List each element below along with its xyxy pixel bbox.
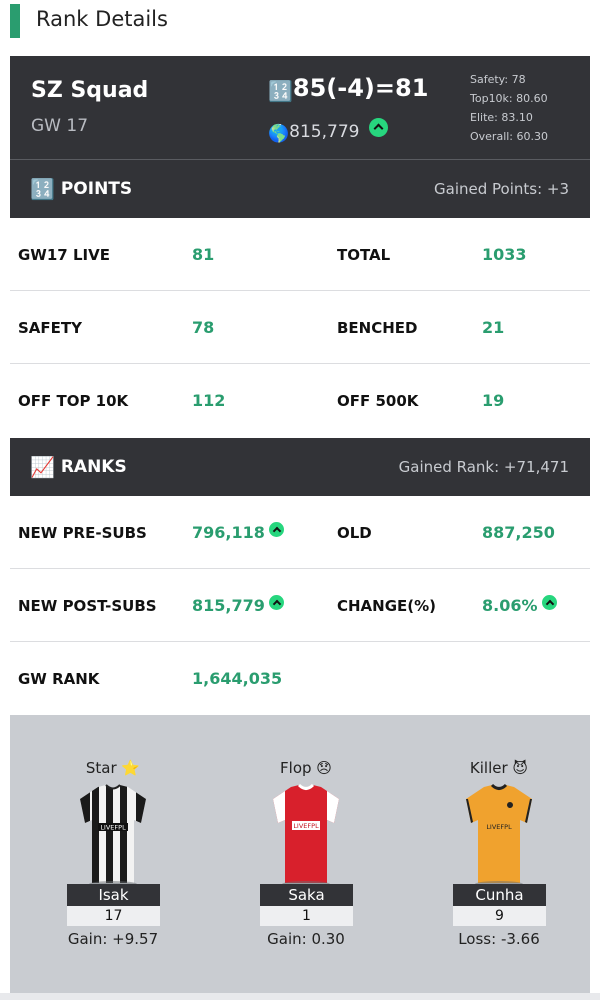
points-row: GW17 LIVE 81 TOTAL 1033 — [10, 219, 590, 291]
stat-top10k: Top10k: 80.60 — [470, 92, 548, 105]
shirt-sponsor-text: LIVEFPL — [486, 823, 512, 831]
gained-rank: Gained Rank: +71,471 — [398, 458, 569, 476]
newcastle-shirt-icon: LIVEFPL — [80, 784, 146, 887]
old-rank-label: OLD — [337, 524, 372, 542]
page-title: Rank Details — [36, 7, 168, 31]
off-500k-value: 19 — [482, 391, 505, 410]
chevron-up-circle-icon — [541, 595, 557, 610]
total-value: 1033 — [482, 245, 527, 264]
chevron-up-circle-icon — [368, 118, 388, 137]
points-section-title: 🔢 POINTS — [30, 177, 132, 201]
page-header: Rank Details — [0, 0, 600, 42]
player-points: 9 — [453, 906, 546, 926]
ranks-row: NEW POST-SUBS 815,779 CHANGE(%) 8.06% — [10, 570, 590, 642]
arsenal-shirt-icon: LIVEFPL — [273, 783, 339, 887]
points-row: OFF TOP 10K 112 OFF 500K 19 — [10, 365, 590, 437]
numbers-icon: 🔢 — [30, 177, 55, 201]
wolves-shirt-icon: LIVEFPL — [466, 783, 532, 887]
gw-rank-value: 1,644,035 — [192, 669, 283, 688]
team-banner: SZ Squad GW 17 🔢85(-4)=81 🌎815,779 Safet… — [10, 56, 590, 160]
overall-rank-line: 🌎815,779 — [268, 118, 388, 144]
gw-live-value: 81 — [192, 245, 215, 264]
average-stats: Safety: 78 Top10k: 80.60 Elite: 83.10 Ov… — [470, 70, 548, 146]
shirt-sponsor-text: LIVEFPL — [100, 824, 126, 832]
new-pre-subs-value: 796,118 — [192, 497, 284, 569]
ranks-row: NEW PRE-SUBS 796,118 OLD 887,250 — [10, 497, 590, 569]
stat-elite: Elite: 83.10 — [470, 111, 533, 124]
gw-rank-label: GW RANK — [18, 670, 100, 688]
player-title: Star ⭐ — [85, 759, 141, 777]
player-gain: Gain: 0.30 — [267, 930, 345, 948]
gained-points: Gained Points: +3 — [434, 180, 569, 198]
chart-increasing-icon: 📈 — [30, 455, 55, 479]
new-post-subs-number: 815,779 — [192, 596, 265, 615]
player-title: Flop 😞 — [280, 759, 332, 777]
player-name: Isak — [67, 884, 160, 906]
shirt-sponsor-text: LIVEFPL — [293, 822, 319, 830]
new-pre-subs-label: NEW PRE-SUBS — [18, 524, 147, 542]
globe-icon: 🌎 — [268, 124, 290, 144]
total-label: TOTAL — [337, 246, 391, 264]
benched-label: BENCHED — [337, 319, 418, 337]
off-500k-label: OFF 500K — [337, 392, 419, 410]
player-points: 1 — [260, 906, 353, 926]
safety-label: SAFETY — [18, 319, 82, 337]
chevron-up-circle-icon — [268, 595, 284, 610]
gw-live-label: GW17 LIVE — [18, 246, 110, 264]
numbers-icon: 🔢 — [268, 79, 293, 103]
old-rank-value: 887,250 — [482, 523, 555, 542]
header-accent-bar — [10, 4, 20, 38]
featured-players-panel: Star ⭐ LIVEFPL Isak 17 Gain: +9.57 Flop … — [10, 715, 590, 993]
off-top10k-label: OFF TOP 10K — [18, 392, 129, 410]
gameweek-label: GW 17 — [31, 116, 89, 136]
chevron-up-circle-icon — [268, 522, 284, 537]
bottom-strip — [0, 993, 600, 1000]
safety-value: 78 — [192, 318, 215, 337]
player-card-star[interactable]: Star ⭐ LIVEFPL Isak 17 Gain: +9.57 — [33, 715, 193, 993]
new-post-subs-value: 815,779 — [192, 570, 284, 642]
gw-score-line: 🔢85(-4)=81 — [268, 74, 428, 103]
points-section-header: 🔢 POINTS Gained Points: +3 — [10, 160, 590, 218]
new-pre-subs-number: 796,118 — [192, 523, 265, 542]
gw-score-formula: 85(-4)=81 — [292, 74, 429, 102]
points-section-label: POINTS — [60, 179, 133, 199]
overall-rank-value: 815,779 — [289, 122, 360, 142]
new-post-subs-label: NEW POST-SUBS — [18, 597, 157, 615]
points-row: SAFETY 78 BENCHED 21 — [10, 292, 590, 364]
ranks-section-header: 📈 RANKS Gained Rank: +71,471 — [10, 438, 590, 496]
stat-safety: Safety: 78 — [470, 73, 526, 86]
player-name: Cunha — [453, 884, 546, 906]
stat-overall: Overall: 60.30 — [470, 130, 549, 143]
change-label: CHANGE(%) — [337, 597, 437, 615]
player-title: Killer 😈 — [469, 759, 529, 777]
change-value: 8.06% — [482, 570, 557, 642]
player-card-killer[interactable]: Killer 😈 LIVEFPL Cunha 9 Loss: -3.66 — [419, 715, 579, 993]
team-name: SZ Squad — [31, 78, 149, 103]
ranks-section-label: RANKS — [60, 457, 127, 477]
off-top10k-value: 112 — [192, 391, 226, 410]
change-number: 8.06% — [482, 596, 538, 615]
ranks-row: GW RANK 1,644,035 — [10, 643, 590, 715]
player-card-flop[interactable]: Flop 😞 LIVEFPL Saka 1 Gain: 0.30 — [226, 715, 386, 993]
benched-value: 21 — [482, 318, 505, 337]
ranks-section-title: 📈 RANKS — [30, 455, 127, 479]
player-points: 17 — [67, 906, 160, 926]
player-gain: Loss: -3.66 — [458, 930, 540, 948]
player-name: Saka — [260, 884, 353, 906]
player-gain: Gain: +9.57 — [67, 930, 159, 948]
